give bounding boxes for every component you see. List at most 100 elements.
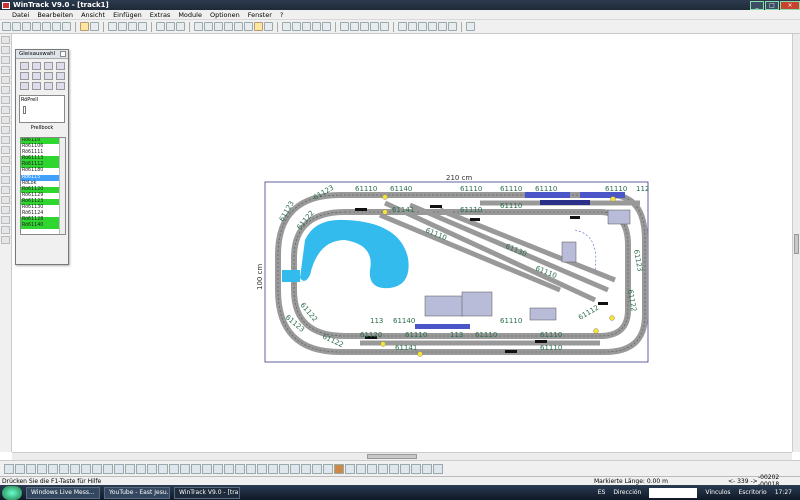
text-tool-icon[interactable]	[1, 146, 10, 154]
layer-15-icon[interactable]	[158, 463, 168, 474]
signal-part-icon[interactable]	[20, 72, 29, 80]
save-icon[interactable]	[22, 22, 31, 31]
building-tool-icon[interactable]	[1, 116, 10, 124]
taskbar-item-messenger[interactable]: Windows Live Mess...	[26, 486, 100, 499]
rect-tool-icon[interactable]	[1, 136, 10, 144]
menu-ansicht[interactable]: Ansicht	[77, 11, 109, 19]
grid-icon[interactable]	[194, 22, 203, 31]
list-icon[interactable]	[438, 22, 447, 31]
stop-icon[interactable]	[422, 463, 432, 474]
layer-11-icon[interactable]	[114, 463, 124, 474]
new-file-icon[interactable]	[2, 22, 11, 31]
yard-track-4[interactable]	[379, 212, 561, 293]
menu-fenster[interactable]: Fenster	[244, 11, 276, 19]
signal-5[interactable]	[593, 328, 599, 334]
what-is-this-icon[interactable]	[466, 22, 475, 31]
layer-3-icon[interactable]	[26, 463, 36, 474]
layer-21-icon[interactable]	[224, 463, 234, 474]
selected-track-4[interactable]	[540, 200, 590, 205]
copy-icon[interactable]	[62, 22, 71, 31]
horizontal-scrollbar[interactable]	[12, 452, 792, 460]
play-icon[interactable]	[411, 463, 421, 474]
curve-track-icon[interactable]	[32, 62, 41, 70]
flex-tool-icon[interactable]	[1, 66, 10, 74]
taskbar-item-wintrack[interactable]: WinTrack V9.0 - [tra...	[174, 486, 240, 499]
refresh-icon[interactable]	[176, 22, 185, 31]
layer-12-icon[interactable]	[125, 463, 135, 474]
line-tool-icon[interactable]	[1, 126, 10, 134]
fill-tool-icon[interactable]	[1, 166, 10, 174]
layer-10-icon[interactable]	[103, 463, 113, 474]
layer-18-icon[interactable]	[191, 463, 201, 474]
start-button[interactable]	[2, 485, 22, 500]
layer-20-icon[interactable]	[213, 463, 223, 474]
signal-3[interactable]	[380, 341, 386, 347]
track-tool-5-icon[interactable]	[322, 22, 331, 31]
cut-icon[interactable]	[52, 22, 61, 31]
layer-17-icon[interactable]	[180, 463, 190, 474]
menu-bearbeiten[interactable]: Bearbeiten	[33, 11, 77, 19]
water-tool-icon[interactable]	[1, 206, 10, 214]
car-icon[interactable]	[345, 463, 355, 474]
layer-30-icon[interactable]	[323, 463, 333, 474]
layer-2-icon[interactable]	[15, 463, 25, 474]
building-4[interactable]	[561, 241, 577, 263]
desktop-label[interactable]: Escritorio	[739, 489, 767, 496]
rotate-icon[interactable]	[370, 22, 379, 31]
font-tool-icon[interactable]	[1, 236, 10, 244]
signal-2[interactable]	[382, 209, 388, 215]
dim-tool-icon[interactable]	[1, 156, 10, 164]
bridge-part-icon[interactable]	[44, 72, 53, 80]
tree-tool-icon[interactable]	[1, 176, 10, 184]
vertical-scroll-thumb[interactable]	[794, 234, 799, 254]
next-page-icon[interactable]	[389, 463, 399, 474]
taskbar-item-youtube[interactable]: YouTube - East Jesu...	[104, 486, 170, 499]
layer-25-icon[interactable]	[268, 463, 278, 474]
signal-7[interactable]	[610, 196, 616, 202]
part-list[interactable]: Rö6110 Rö61106 Rö61111 Rö61113 Rö61112 Rö6118…	[20, 137, 66, 235]
color-tool-icon[interactable]	[1, 226, 10, 234]
layer-9-icon[interactable]	[92, 463, 102, 474]
menu-einfuegen[interactable]: Einfügen	[109, 11, 146, 19]
part-list-scrollbar[interactable]	[59, 138, 65, 234]
table-icon[interactable]	[448, 22, 457, 31]
building-5[interactable]	[607, 209, 631, 225]
building-1[interactable]	[424, 295, 464, 317]
horizontal-scroll-thumb[interactable]	[367, 454, 417, 459]
image-icon[interactable]	[90, 22, 99, 31]
track-tool-1-icon[interactable]	[282, 22, 291, 31]
layer-16-icon[interactable]	[169, 463, 179, 474]
layer-tool-icon[interactable]	[1, 216, 10, 224]
links-label[interactable]: Vínculos	[705, 489, 730, 496]
align-icon[interactable]	[380, 22, 389, 31]
measure-icon[interactable]	[224, 22, 233, 31]
select-tool-icon[interactable]	[1, 36, 10, 44]
palette-close-icon[interactable]	[60, 51, 66, 57]
layout-canvas[interactable]: 210 cm 100 cm 61110 61140 61110 61110 61…	[12, 34, 792, 452]
height-icon[interactable]	[398, 22, 407, 31]
open-file-icon[interactable]	[12, 22, 21, 31]
zoom-out-icon[interactable]	[118, 22, 127, 31]
layer-4-icon[interactable]	[37, 463, 47, 474]
tree-part-icon[interactable]	[20, 82, 29, 90]
switch-track-icon[interactable]	[44, 62, 53, 70]
signal-4[interactable]	[417, 351, 423, 357]
layer-19-icon[interactable]	[202, 463, 212, 474]
flip-icon[interactable]	[360, 22, 369, 31]
menu-datei[interactable]: Datei	[0, 11, 33, 19]
print-icon[interactable]	[32, 22, 41, 31]
track-layout-drawing[interactable]: 210 cm 100 cm 61110 61140 61110 61110 61…	[12, 34, 792, 452]
last-page-icon[interactable]	[400, 463, 410, 474]
layer-28-icon[interactable]	[301, 463, 311, 474]
switch-tool-icon[interactable]	[1, 76, 10, 84]
view-3d-icon[interactable]	[56, 82, 65, 90]
person-part-icon[interactable]	[32, 82, 41, 90]
layer-6-icon[interactable]	[59, 463, 69, 474]
layout-icon[interactable]	[234, 22, 243, 31]
track-tool-3-icon[interactable]	[302, 22, 311, 31]
menu-help[interactable]: ?	[276, 11, 287, 19]
disconnect-icon[interactable]	[350, 22, 359, 31]
building-part-icon[interactable]	[56, 72, 65, 80]
slope-icon[interactable]	[408, 22, 417, 31]
curve-tool-icon[interactable]	[1, 56, 10, 64]
